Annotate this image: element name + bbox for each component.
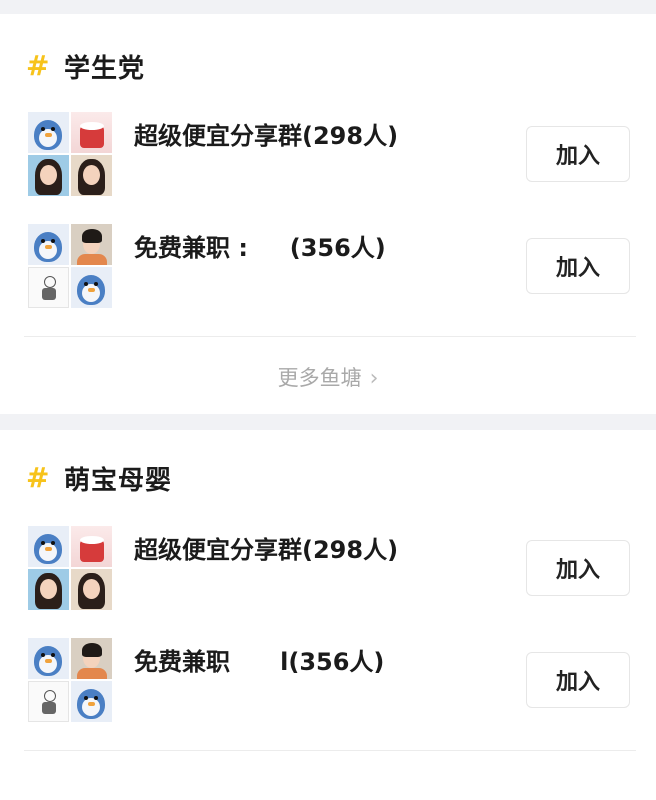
penguin-avatar bbox=[28, 112, 69, 153]
group-name: 免费兼职 l(356人) bbox=[134, 648, 385, 676]
section-card-baby: # 萌宝母婴 超级便宜分享群(298人) 加入 免费兼职 l(356人) 加入 bbox=[0, 430, 656, 800]
cake-avatar bbox=[71, 526, 112, 567]
group-name: 免费兼职 : (356人) bbox=[134, 234, 386, 262]
group-row[interactable]: 免费兼职 l(356人) 加入 bbox=[0, 638, 656, 722]
boy-avatar bbox=[71, 224, 112, 265]
divider bbox=[24, 336, 636, 337]
doodle-avatar bbox=[28, 267, 69, 308]
hash-icon: # bbox=[26, 461, 50, 494]
join-button[interactable]: 加入 bbox=[526, 238, 630, 294]
penguin-avatar bbox=[28, 638, 69, 679]
section-header: # 学生党 bbox=[26, 48, 145, 84]
group-row[interactable]: 超级便宜分享群(298人) 加入 bbox=[0, 112, 656, 196]
penguin-avatar bbox=[28, 526, 69, 567]
section-title: 萌宝母婴 bbox=[64, 465, 173, 496]
boy-avatar bbox=[71, 638, 112, 679]
girl-avatar bbox=[71, 155, 112, 196]
divider bbox=[24, 750, 636, 751]
page: # 学生党 超级便宜分享群(298人) 加入 免费兼职 : (356人) 加入 bbox=[0, 0, 656, 800]
penguin-avatar bbox=[28, 224, 69, 265]
penguin-avatar bbox=[71, 267, 112, 308]
join-button[interactable]: 加入 bbox=[526, 652, 630, 708]
girl-avatar bbox=[28, 155, 69, 196]
chevron-right-icon: › bbox=[369, 366, 379, 391]
more-ponds-link[interactable]: 更多鱼塘 › bbox=[0, 362, 656, 392]
group-avatar-grid bbox=[28, 526, 112, 610]
section-card-students: # 学生党 超级便宜分享群(298人) 加入 免费兼职 : (356人) 加入 bbox=[0, 14, 656, 414]
group-row[interactable]: 超级便宜分享群(298人) 加入 bbox=[0, 526, 656, 610]
group-name: 超级便宜分享群(298人) bbox=[134, 122, 399, 150]
group-avatar-grid bbox=[28, 224, 112, 308]
join-button[interactable]: 加入 bbox=[526, 126, 630, 182]
cake-avatar bbox=[71, 112, 112, 153]
group-row[interactable]: 免费兼职 : (356人) 加入 bbox=[0, 224, 656, 308]
doodle-avatar bbox=[28, 681, 69, 722]
girl-avatar bbox=[71, 569, 112, 610]
girl-avatar bbox=[28, 569, 69, 610]
section-header: # 萌宝母婴 bbox=[26, 460, 172, 496]
group-name: 超级便宜分享群(298人) bbox=[134, 536, 399, 564]
more-ponds-label: 更多鱼塘 bbox=[277, 366, 362, 390]
section-title: 学生党 bbox=[64, 53, 146, 84]
join-button[interactable]: 加入 bbox=[526, 540, 630, 596]
group-avatar-grid bbox=[28, 112, 112, 196]
penguin-avatar bbox=[71, 681, 112, 722]
group-avatar-grid bbox=[28, 638, 112, 722]
hash-icon: # bbox=[26, 49, 50, 82]
